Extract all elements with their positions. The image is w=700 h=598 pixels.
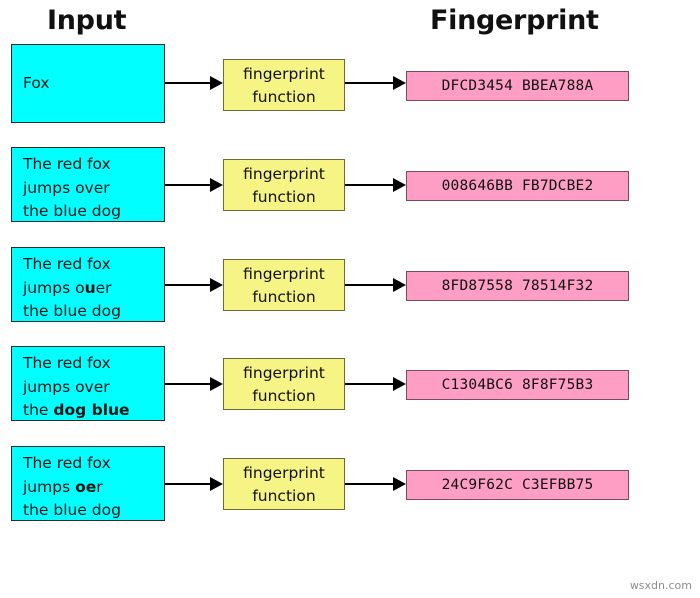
diagram-row: The red fox jumps oer the blue dog fingerp… [0,444,700,544]
diagram-row: The red fox jumps over the dog blue finger… [0,344,700,444]
arrow-function-to-output [345,76,406,90]
fingerprint-function-box: fingerprint function [223,458,345,510]
input-line: Fox [23,73,50,92]
input-line: The red fox [23,354,111,372]
arrow-head-icon [393,278,406,292]
input-box: Fox [11,44,165,123]
arrow-head-icon [393,178,406,192]
arrow-shaft [345,383,393,385]
arrow-shaft [165,284,210,286]
output-hash-box: 008646BB FB7DCBE2 [406,171,629,201]
diagram-row: The red fox jumps ouer the blue dog finger… [0,245,700,345]
input-line: jumps over [23,377,110,396]
input-line: the blue dog [23,302,121,320]
function-label-line1: fingerprint [243,65,325,83]
function-label-line2: function [252,487,316,505]
function-label-line2: function [252,288,316,306]
arrow-input-to-function [165,278,223,292]
input-box: The red fox jumps over the dog blue [11,346,165,421]
input-line: jumps oer [23,477,103,496]
diagram-row: Fox fingerprint function DFCD3454 BBEA78… [0,40,700,140]
arrow-function-to-output [345,278,406,292]
function-label-line1: fingerprint [243,364,325,382]
arrow-shaft [345,284,393,286]
input-line: the dog blue [23,401,130,419]
arrow-function-to-output [345,477,406,491]
function-label-line2: function [252,387,316,405]
input-line: The red fox [23,454,111,472]
function-label-line1: fingerprint [243,165,325,183]
column-title-fingerprint: Fingerprint [430,5,599,36]
arrow-head-icon [393,377,406,391]
input-line: jumps over [23,178,110,197]
input-box: The red fox jumps over the blue dog [11,147,165,222]
input-line: jumps ouer [23,278,112,297]
arrow-shaft [345,184,393,186]
arrow-input-to-function [165,178,223,192]
function-label-line2: function [252,188,316,206]
arrow-head-icon [210,377,223,391]
diagram-canvas: Input Fingerprint Fox fingerprint functi… [0,0,700,598]
arrow-head-icon [393,477,406,491]
arrow-shaft [165,383,210,385]
arrow-shaft [165,483,210,485]
arrow-head-icon [210,477,223,491]
diagram-row: The red fox jumps over the blue dog finger… [0,145,700,245]
arrow-shaft [165,82,210,84]
fingerprint-function-box: fingerprint function [223,358,345,410]
function-label-line2: function [252,88,316,106]
arrow-input-to-function [165,377,223,391]
arrow-shaft [345,82,393,84]
column-title-input: Input [47,5,127,36]
arrow-shaft [345,483,393,485]
arrow-head-icon [393,76,406,90]
function-label-line1: fingerprint [243,265,325,283]
input-line: the blue dog [23,202,121,220]
function-label-line1: fingerprint [243,464,325,482]
arrow-input-to-function [165,477,223,491]
input-box: The red fox jumps oer the blue dog [11,446,165,521]
arrow-head-icon [210,178,223,192]
watermark: wsxdn.com [629,579,692,592]
arrow-input-to-function [165,76,223,90]
arrow-function-to-output [345,377,406,391]
arrow-function-to-output [345,178,406,192]
input-line: The red fox [23,255,111,273]
arrow-head-icon [210,76,223,90]
input-line: The red fox [23,155,111,173]
arrow-shaft [165,184,210,186]
fingerprint-function-box: fingerprint function [223,259,345,311]
input-line: the blue dog [23,501,121,519]
output-hash-box: 8FD87558 78514F32 [406,271,629,301]
fingerprint-function-box: fingerprint function [223,59,345,111]
arrow-head-icon [210,278,223,292]
output-hash-box: 24C9F62C C3EFBB75 [406,470,629,500]
input-box: The red fox jumps ouer the blue dog [11,247,165,322]
output-hash-box: C1304BC6 8F8F75B3 [406,370,629,400]
output-hash-box: DFCD3454 BBEA788A [406,71,629,101]
fingerprint-function-box: fingerprint function [223,159,345,211]
